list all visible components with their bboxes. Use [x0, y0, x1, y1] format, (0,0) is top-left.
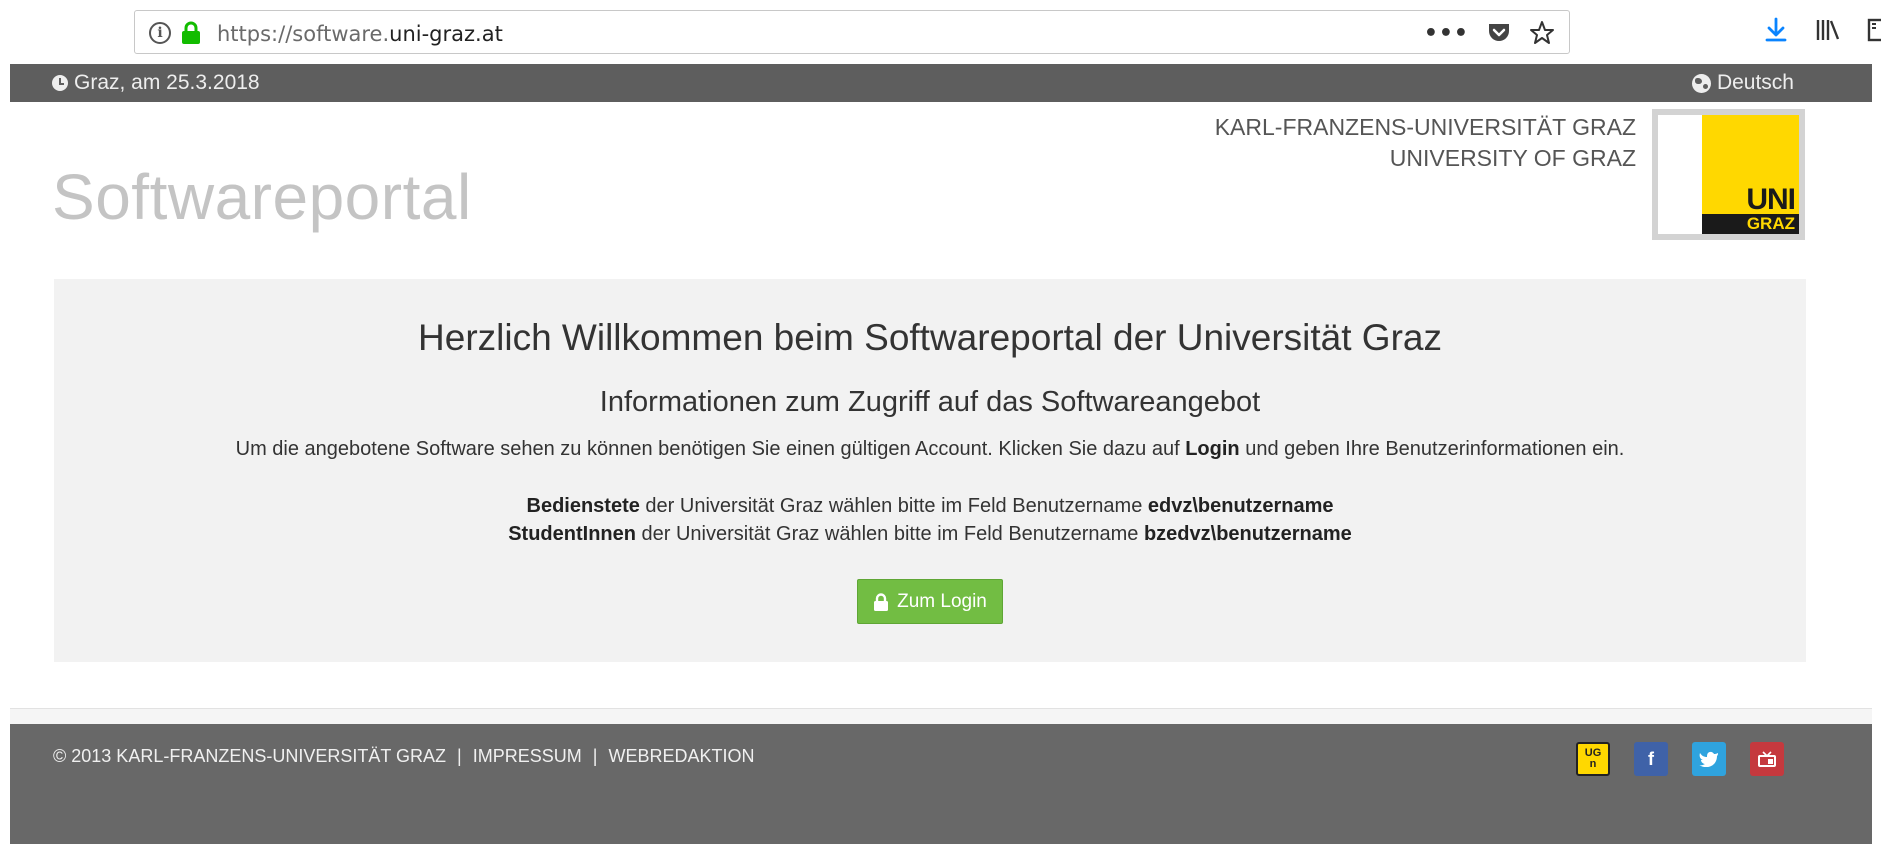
top-info-bar: Graz, am 25.3.2018 Deutsch [10, 64, 1872, 102]
clock-icon [52, 75, 68, 91]
intro-before: Um die angebotene Software sehen zu könn… [235, 438, 1186, 460]
staff-text: der Universität Graz wählen bitte im Fel… [639, 495, 1148, 517]
university-logo[interactable]: UNI GRAZ [1652, 109, 1805, 240]
url-domain: uni-graz.at [389, 22, 503, 46]
language-label[interactable]: Deutsch [1717, 71, 1794, 95]
university-name: KARL-FRANZENS-UNIVERSITÄT GRAZ UNIVERSIT… [1215, 112, 1636, 174]
page-actions-icon[interactable]: ••• [1424, 21, 1469, 46]
language-switch[interactable]: Deutsch [1691, 71, 1794, 95]
staff-label: Bedienstete [526, 495, 640, 517]
intro-login-word: Login [1185, 438, 1240, 460]
intro-after: und geben Ihre Benutzerinformationen ein… [1239, 438, 1625, 460]
ug-icon-bottom: n [1589, 758, 1597, 770]
lock-icon [874, 592, 889, 611]
video-channel-icon[interactable] [1750, 742, 1784, 776]
address-bar[interactable]: i https://software.uni-graz.at ••• [134, 10, 1570, 54]
staff-username-format: edvz\benutzername [1147, 495, 1334, 517]
impressum-link[interactable]: IMPRESSUM [473, 746, 582, 766]
university-name-en: UNIVERSITY OF GRAZ [1389, 145, 1636, 171]
site-info-icon[interactable]: i [149, 22, 171, 44]
page-title: Softwareportal [52, 161, 472, 233]
logo-text-graz: GRAZ [1746, 214, 1795, 233]
student-username-format: bzedvz\benutzername [1143, 523, 1352, 545]
browser-tools [1763, 16, 1881, 44]
footer-divider [10, 708, 1872, 724]
welcome-panel: Herzlich Willkommen beim Softwareportal … [54, 279, 1806, 662]
download-icon[interactable] [1763, 16, 1789, 44]
logo-text-uni: UNI [1746, 183, 1796, 216]
library-icon[interactable] [1815, 16, 1841, 44]
social-links: UG n f [1576, 742, 1784, 776]
intro-text: Um die angebotene Software sehen zu könn… [54, 438, 1806, 461]
sidebar-icon[interactable] [1867, 16, 1881, 44]
footer: © 2013 KARL-FRANZENS-UNIVERSITÄT GRAZ | … [10, 724, 1872, 844]
globe-icon [1691, 73, 1711, 93]
bookmark-star-icon[interactable] [1529, 20, 1555, 46]
welcome-heading: Herzlich Willkommen beim Softwareportal … [418, 317, 1442, 358]
secure-lock-icon[interactable] [181, 21, 201, 45]
date-display: Graz, am 25.3.2018 [52, 71, 260, 95]
login-button-label: Zum Login [897, 590, 987, 612]
url-text[interactable]: https://software.uni-graz.at [217, 22, 503, 46]
url-prefix: https://software. [217, 22, 390, 46]
student-instruction: StudentInnen der Universität Graz wählen… [54, 523, 1806, 546]
webredaktion-link[interactable]: WEBREDAKTION [608, 746, 754, 766]
facebook-glyph: f [1648, 748, 1654, 769]
student-text: der Universität Graz wählen bitte im Fel… [635, 523, 1144, 545]
login-button[interactable]: Zum Login [857, 579, 1003, 624]
twitter-icon[interactable] [1692, 742, 1726, 776]
access-info-heading: Informationen zum Zugriff auf das Softwa… [599, 386, 1261, 418]
browser-toolbar: i https://software.uni-graz.at ••• [0, 0, 1881, 64]
footer-separator: | [592, 746, 598, 766]
student-label: StudentInnen [508, 523, 636, 545]
url-actions: ••• [1424, 19, 1555, 47]
staff-instruction: Bedienstete der Universität Graz wählen … [54, 495, 1806, 518]
university-name-de: KARL-FRANZENS-UNIVERSITÄT GRAZ [1214, 114, 1636, 140]
ug-newsroom-icon[interactable]: UG n [1576, 742, 1610, 776]
pocket-icon[interactable] [1487, 22, 1511, 44]
footer-links: © 2013 KARL-FRANZENS-UNIVERSITÄT GRAZ | … [53, 746, 754, 767]
date-text: Graz, am 25.3.2018 [74, 71, 260, 94]
facebook-icon[interactable]: f [1634, 742, 1668, 776]
footer-separator: | [457, 746, 462, 766]
copyright-link[interactable]: © 2013 KARL-FRANZENS-UNIVERSITÄT GRAZ [53, 746, 446, 766]
